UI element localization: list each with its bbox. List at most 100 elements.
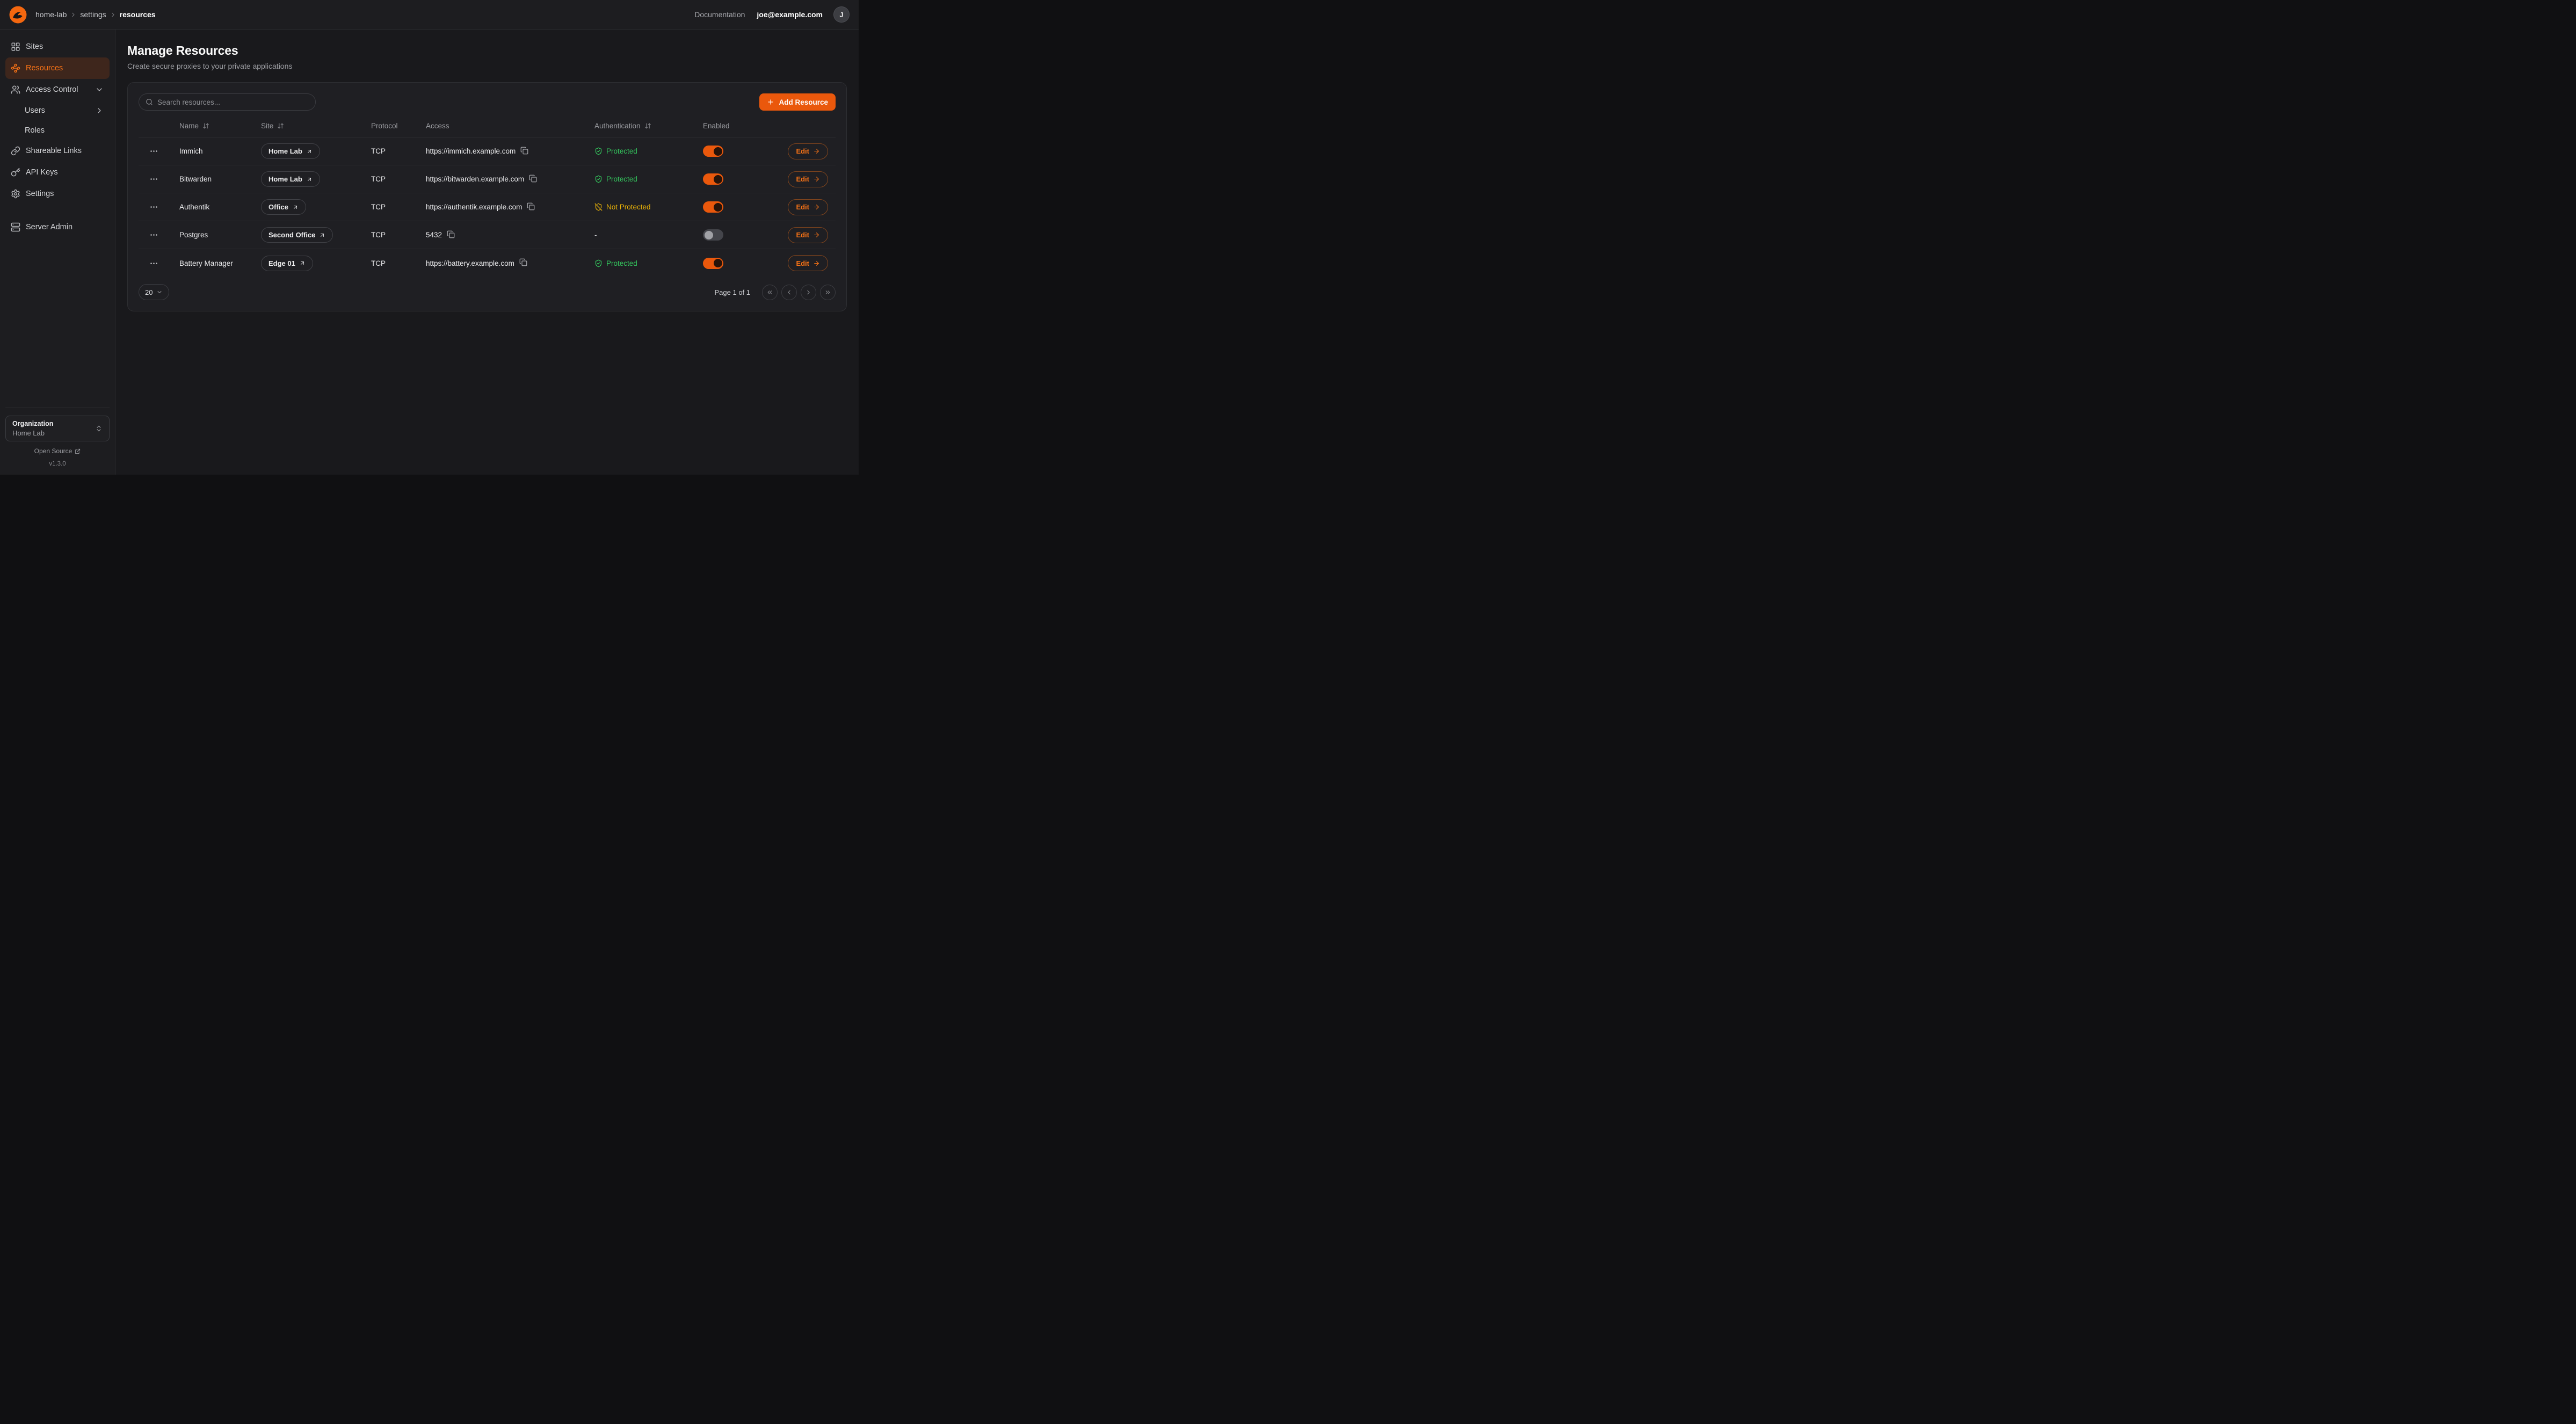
column-label: Authentication [594,122,641,130]
open-source-link[interactable]: Open Source [5,447,110,455]
row-menu-button[interactable] [147,201,160,214]
link-icon [11,146,20,156]
auth-status: Protected [594,259,637,267]
org-text: Organization Home Lab [12,419,53,438]
sidebar-item-access-control[interactable]: Access Control [5,79,110,100]
page-size-select[interactable]: 20 [139,284,169,300]
chevron-right-icon [95,106,104,115]
auth-status: Protected [594,175,637,183]
copy-button[interactable] [527,202,536,212]
arrow-up-right-icon [299,260,306,266]
next-page-button[interactable] [801,285,816,300]
row-menu-button[interactable] [147,257,160,270]
copy-button[interactable] [519,258,529,268]
edit-button[interactable]: Edit [788,255,828,271]
server-icon [11,222,20,232]
sidebar-item-label: Resources [26,64,63,72]
arrow-right-icon [813,148,820,155]
chevron-right-icon [110,11,117,18]
site-link[interactable]: Second Office [261,227,333,243]
sidebar-item-label: Settings [26,190,54,198]
arrow-right-icon [813,204,820,210]
row-menu-button[interactable] [147,173,160,186]
resource-name: Bitwarden [169,175,250,183]
shield-check-icon [594,259,603,267]
edit-button[interactable]: Edit [788,143,828,159]
copy-button[interactable] [520,147,530,156]
table-row: Battery Manager Edge 01 TCP https://batt… [139,249,836,277]
enabled-toggle[interactable] [703,201,723,213]
plus-icon [767,98,774,106]
breadcrumb-home-lab[interactable]: home-lab [35,10,67,19]
breadcrumb-resources: resources [120,10,156,19]
enabled-toggle[interactable] [703,229,723,241]
access-url: https://battery.example.com [426,259,514,267]
chevron-right-icon [805,289,812,296]
first-page-button[interactable] [762,285,778,300]
auth-label: Protected [606,175,637,183]
protocol: TCP [360,175,415,183]
sort-icon [277,122,284,129]
sidebar-item-users[interactable]: Users [5,100,110,120]
sidebar-item-shareable-links[interactable]: Shareable Links [5,140,110,162]
access-url: 5432 [426,231,442,239]
site-link[interactable]: Edge 01 [261,256,313,271]
auth-label: Not Protected [606,203,651,211]
arrow-up-right-icon [319,232,325,238]
breadcrumb-settings[interactable]: settings [80,10,106,19]
sidebar-item-resources[interactable]: Resources [5,57,110,79]
copy-button[interactable] [529,175,539,184]
site-link[interactable]: Home Lab [261,143,320,159]
row-menu-button[interactable] [147,229,160,242]
toolbar: Add Resource [139,93,836,111]
sidebar-item-server-admin[interactable]: Server Admin [5,216,110,238]
chevrons-up-down-icon [95,425,103,432]
column-header-authentication[interactable]: Authentication [584,122,692,130]
waypoints-icon [11,63,20,73]
enabled-toggle[interactable] [703,146,723,157]
chevron-left-icon [786,289,793,296]
sidebar-item-label: Roles [25,126,45,135]
site-link[interactable]: Home Lab [261,171,320,187]
table-footer: 20 Page 1 of 1 [139,284,836,300]
documentation-link[interactable]: Documentation [694,10,745,19]
pangolin-logo[interactable] [9,6,27,24]
enabled-toggle[interactable] [703,258,723,269]
search-icon [146,98,153,106]
add-resource-button[interactable]: Add Resource [759,93,836,111]
arrow-up-right-icon [306,176,313,183]
auth-status: Protected [594,147,637,155]
last-page-button[interactable] [820,285,836,300]
arrow-right-icon [813,260,820,267]
users-icon [11,85,20,95]
search-input[interactable] [157,98,309,106]
avatar[interactable]: J [833,6,850,23]
edit-button[interactable]: Edit [788,227,828,243]
page-size-value: 20 [145,288,153,296]
pagination: Page 1 of 1 [715,285,836,300]
table-row: Postgres Second Office TCP 5432 - [139,221,836,249]
ellipsis-icon [149,175,158,184]
enabled-toggle[interactable] [703,173,723,185]
column-header-name[interactable]: Name [169,122,250,130]
column-header-site[interactable]: Site [250,122,360,130]
sidebar-item-api-keys[interactable]: API Keys [5,162,110,183]
avatar-initial: J [839,11,843,19]
chevron-down-icon [156,289,163,295]
copy-icon [519,258,527,266]
org-selector[interactable]: Organization Home Lab [5,416,110,441]
edit-label: Edit [796,203,809,211]
sidebar-item-sites[interactable]: Sites [5,36,110,57]
edit-button[interactable]: Edit [788,199,828,215]
resources-card: Add Resource Name Site [127,82,847,311]
app-root: home-lab settings resources Documentatio… [0,0,859,475]
arrow-right-icon [813,231,820,238]
add-resource-label: Add Resource [779,98,828,106]
sidebar-item-settings[interactable]: Settings [5,183,110,205]
copy-button[interactable] [447,230,456,240]
edit-button[interactable]: Edit [788,171,828,187]
sidebar-item-roles[interactable]: Roles [5,120,110,140]
site-link[interactable]: Office [261,199,306,215]
row-menu-button[interactable] [147,145,160,158]
prev-page-button[interactable] [781,285,797,300]
